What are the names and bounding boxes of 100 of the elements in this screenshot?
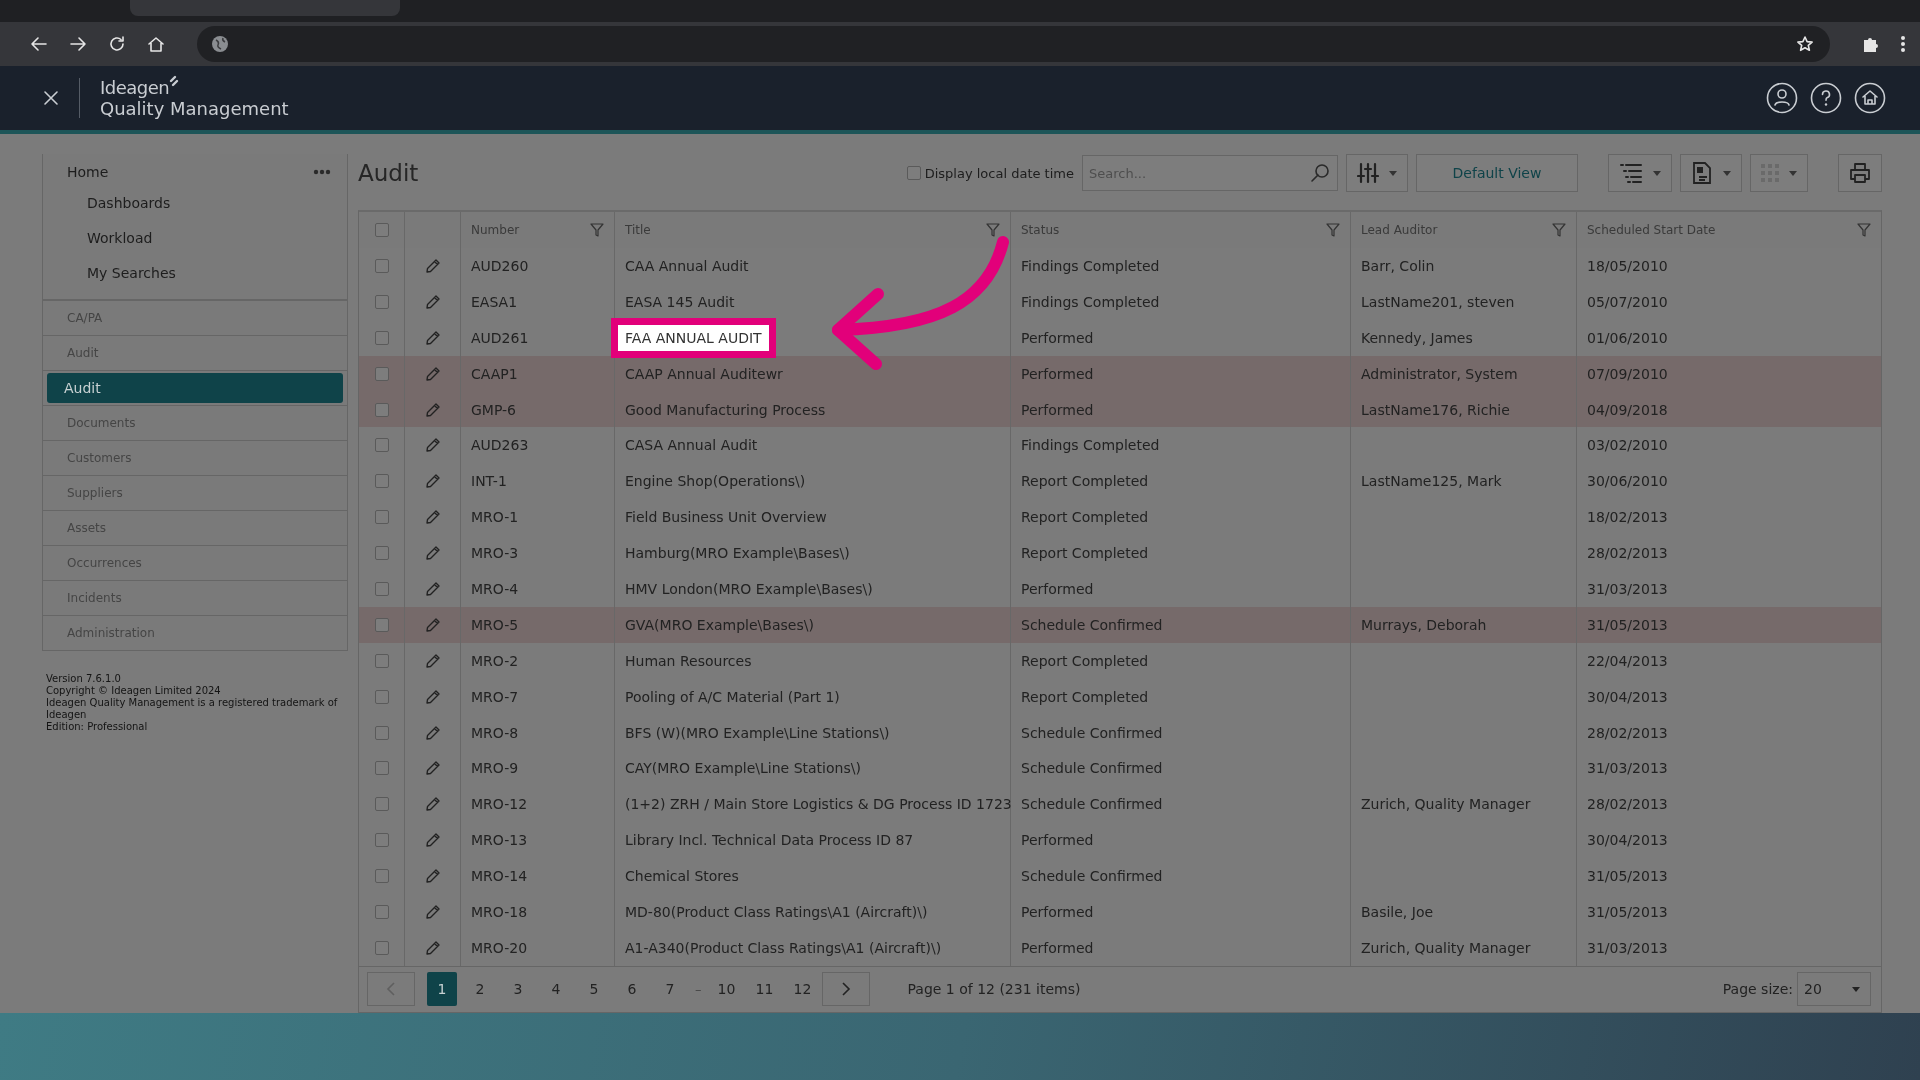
checkbox[interactable] xyxy=(374,474,389,489)
column-header[interactable]: Number xyxy=(471,223,520,237)
table-cell: Performed xyxy=(1021,329,1094,346)
reload-icon[interactable] xyxy=(107,34,127,54)
checkbox[interactable] xyxy=(374,797,389,812)
pencil-icon[interactable] xyxy=(424,580,441,597)
pencil-icon[interactable] xyxy=(424,329,441,346)
pencil-icon[interactable] xyxy=(424,724,441,741)
checkbox[interactable] xyxy=(374,510,389,525)
checkbox[interactable] xyxy=(374,653,389,668)
pencil-icon[interactable] xyxy=(424,652,441,669)
checkbox[interactable] xyxy=(374,546,389,561)
pencil-icon[interactable] xyxy=(424,365,441,382)
checkbox[interactable] xyxy=(374,402,389,417)
list-button[interactable] xyxy=(1608,154,1672,192)
filter-icon[interactable] xyxy=(986,223,1000,237)
forward-icon[interactable] xyxy=(68,34,88,54)
nav-item[interactable]: Dashboards xyxy=(43,188,347,223)
checkbox[interactable] xyxy=(374,940,389,955)
pencil-icon[interactable] xyxy=(424,903,441,920)
pencil-icon[interactable] xyxy=(424,796,441,813)
pencil-icon[interactable] xyxy=(424,868,441,885)
table-cell: MRO-14 xyxy=(471,868,528,885)
page-button[interactable]: 1 xyxy=(427,972,457,1007)
checkbox[interactable] xyxy=(374,869,389,884)
page-button[interactable]: 4 xyxy=(541,972,571,1007)
report-button[interactable] xyxy=(1680,154,1742,192)
caret-icon xyxy=(1789,170,1797,176)
help-icon[interactable] xyxy=(1810,82,1842,114)
column-header[interactable]: Status xyxy=(1021,223,1060,237)
table-cell: Basile, Joe xyxy=(1361,903,1434,920)
table-cell: MRO-5 xyxy=(471,616,519,633)
table-cell: 28/02/2013 xyxy=(1587,724,1668,741)
checkbox[interactable] xyxy=(374,833,389,848)
page-button[interactable]: 5 xyxy=(579,972,609,1007)
print-button[interactable] xyxy=(1838,154,1882,192)
nav-item[interactable]: My Searches xyxy=(43,258,347,293)
page-button[interactable]: 2 xyxy=(465,972,495,1007)
checkbox[interactable] xyxy=(374,330,389,345)
home-icon[interactable] xyxy=(146,34,166,54)
footer-text: Copyright © Ideagen Limited 2024 xyxy=(46,685,222,697)
page-title: Audit xyxy=(358,160,419,186)
column-header[interactable]: Scheduled Start Date xyxy=(1587,223,1716,237)
page-button[interactable]: 11 xyxy=(749,972,780,1007)
table-cell: 31/03/2013 xyxy=(1587,760,1668,777)
column-header[interactable]: Title xyxy=(625,223,651,237)
pencil-icon[interactable] xyxy=(424,473,441,490)
checkbox[interactable] xyxy=(374,581,389,596)
pencil-icon[interactable] xyxy=(424,509,441,526)
checkbox[interactable] xyxy=(374,617,389,632)
pencil-icon[interactable] xyxy=(424,832,441,849)
column-header[interactable]: Lead Auditor xyxy=(1361,223,1438,237)
table-cell: Barr, Colin xyxy=(1361,257,1435,274)
pencil-icon[interactable] xyxy=(424,401,441,418)
pencil-icon[interactable] xyxy=(424,616,441,633)
filter-button[interactable] xyxy=(1346,154,1408,192)
home-icon[interactable] xyxy=(1854,82,1886,114)
pencil-icon[interactable] xyxy=(424,939,441,956)
checkbox[interactable] xyxy=(374,366,389,381)
page-button[interactable]: 7 xyxy=(655,972,685,1007)
checkbox[interactable] xyxy=(374,904,389,919)
filter-icon[interactable] xyxy=(1552,223,1566,237)
checkbox[interactable] xyxy=(906,166,921,180)
table-cell: Performed xyxy=(1021,401,1094,418)
filter-icon[interactable] xyxy=(590,223,604,237)
globe-icon xyxy=(211,35,229,53)
checkbox[interactable] xyxy=(374,725,389,740)
filter-icon[interactable] xyxy=(1857,223,1871,237)
nav-item[interactable]: Home xyxy=(67,164,109,180)
filter-icon[interactable] xyxy=(1326,223,1340,237)
page-button[interactable]: 3 xyxy=(503,972,533,1007)
pencil-icon[interactable] xyxy=(424,545,441,562)
checkbox[interactable] xyxy=(374,258,389,273)
checkbox[interactable] xyxy=(374,223,389,237)
pencil-icon[interactable] xyxy=(424,437,441,454)
table-cell: LastName125, Mark xyxy=(1361,473,1502,490)
pencil-icon[interactable] xyxy=(424,760,441,777)
table-cell: MRO-13 xyxy=(471,832,528,849)
back-icon[interactable] xyxy=(29,34,49,54)
checkbox[interactable] xyxy=(374,761,389,776)
pencil-icon[interactable] xyxy=(424,293,441,310)
page-size-select[interactable]: 20 xyxy=(1797,972,1871,1007)
page-button[interactable]: 6 xyxy=(617,972,647,1007)
footer-text: Edition: Professional xyxy=(46,721,149,733)
star-icon[interactable] xyxy=(1796,35,1814,53)
checkbox[interactable] xyxy=(374,689,389,704)
nav-item[interactable]: Audit xyxy=(47,373,343,403)
nav-item[interactable]: Workload xyxy=(43,223,347,258)
menu-icon[interactable] xyxy=(1900,34,1906,54)
pencil-icon[interactable] xyxy=(424,688,441,705)
more-icon[interactable] xyxy=(313,169,331,175)
page-button[interactable]: 12 xyxy=(787,972,818,1007)
table-cell: Library Incl. Technical Data Process ID 87 xyxy=(625,832,914,849)
page-button[interactable]: 10 xyxy=(711,972,742,1007)
close-icon[interactable] xyxy=(43,90,59,106)
user-icon[interactable] xyxy=(1766,82,1798,114)
checkbox[interactable] xyxy=(374,438,389,453)
pencil-icon[interactable] xyxy=(424,257,441,274)
default-view-button[interactable]: Default View xyxy=(1416,154,1578,192)
checkbox[interactable] xyxy=(374,294,389,309)
